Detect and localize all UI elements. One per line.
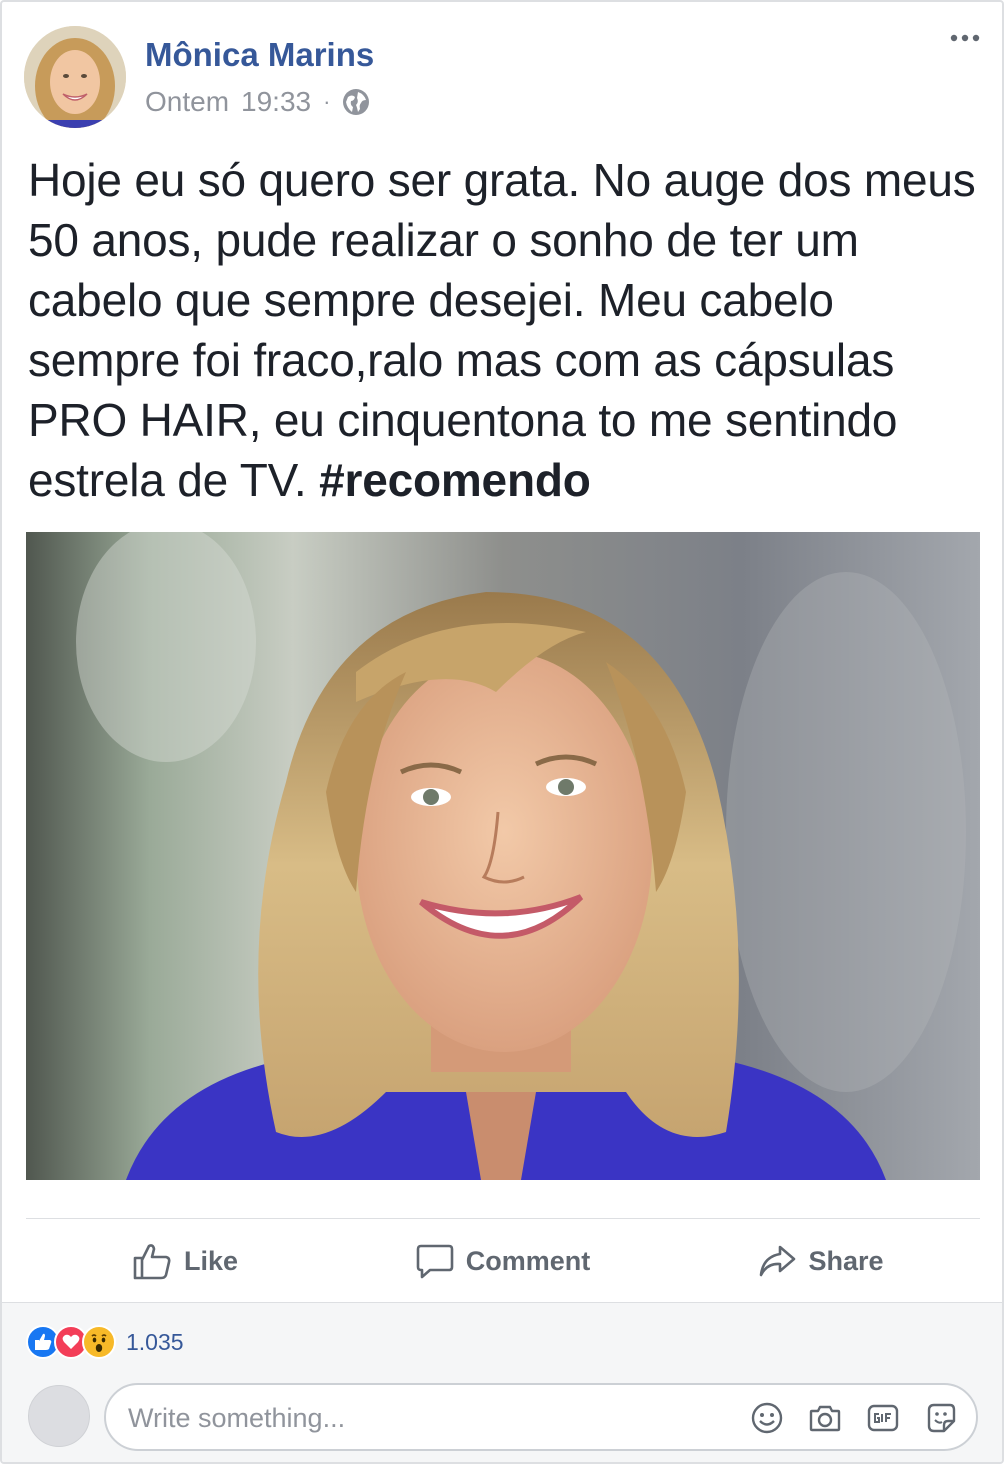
thumbs-up-icon (132, 1242, 172, 1280)
post-card: Mônica Marins Ontem 19:33 · Hoje eu só q… (0, 0, 1004, 1464)
comment-label: Comment (465, 1245, 591, 1276)
post-footer: 1.035 (2, 1302, 1002, 1462)
gif-icon[interactable] (866, 1401, 900, 1435)
share-arrow-icon (758, 1244, 796, 1278)
share-button[interactable]: Share (662, 1230, 980, 1292)
author-avatar[interactable] (24, 26, 126, 128)
emoji-icon[interactable] (750, 1401, 784, 1435)
more-options-icon[interactable] (948, 28, 982, 48)
comment-bubble-icon (416, 1243, 454, 1279)
post-meta: Ontem 19:33 · (145, 86, 370, 118)
post-text: Hoje eu só quero ser grata. No auge dos … (28, 150, 988, 510)
composer-icons (750, 1401, 958, 1435)
post-actions: Like Comment Share (26, 1230, 980, 1292)
post-hashtag[interactable]: #recomendo (319, 454, 591, 506)
like-button[interactable]: Like (26, 1230, 344, 1292)
comment-composer[interactable] (104, 1383, 978, 1451)
sticker-icon[interactable] (924, 1401, 958, 1435)
meta-separator: · (323, 89, 331, 114)
like-label: Like (183, 1245, 239, 1276)
actions-divider (26, 1218, 980, 1219)
share-label: Share (808, 1245, 884, 1276)
comment-input[interactable] (128, 1399, 728, 1437)
globe-icon[interactable] (342, 88, 370, 116)
post-time[interactable]: 19:33 (241, 86, 311, 118)
author-name[interactable]: Mônica Marins (145, 36, 374, 74)
viewer-avatar (28, 1385, 90, 1447)
reactions-summary[interactable]: 1.035 (26, 1325, 184, 1359)
wow-reaction-icon (82, 1325, 116, 1359)
reaction-count[interactable]: 1.035 (126, 1329, 184, 1356)
camera-icon[interactable] (808, 1401, 842, 1435)
comment-button[interactable]: Comment (344, 1230, 662, 1292)
post-date[interactable]: Ontem (145, 86, 229, 118)
post-photo[interactable] (26, 532, 980, 1180)
